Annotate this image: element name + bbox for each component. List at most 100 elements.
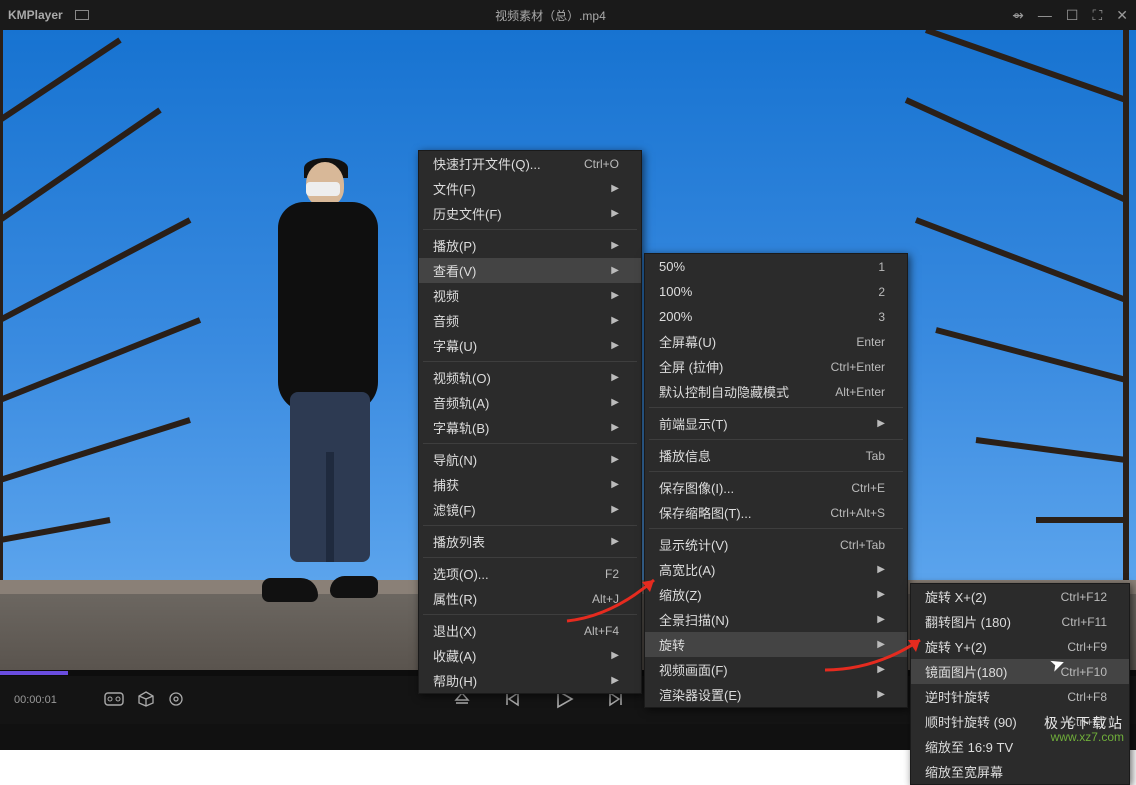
rotate-menu-item-4[interactable]: 逆时针旋转Ctrl+F8 — [911, 684, 1129, 709]
menu-separator — [649, 471, 903, 472]
main-menu-item-2[interactable]: 历史文件(F)▶ — [419, 201, 641, 226]
main-menu-item-8[interactable]: 字幕(U) ▶ — [419, 333, 641, 358]
menu-item-shortcut: Alt+Enter — [835, 385, 885, 399]
pin-icon[interactable]: ⇴ — [1012, 7, 1024, 24]
cube-icon[interactable] — [138, 691, 154, 710]
minimize-icon[interactable]: — — [1038, 7, 1052, 23]
menu-item-label: 顺时针旋转 (90) — [925, 712, 1039, 731]
context-menu-view[interactable]: 50%1100%2200%3全屏幕(U)Enter全屏 (拉伸)Ctrl+Ent… — [644, 253, 908, 708]
main-menu-item-6[interactable]: 视频▶ — [419, 283, 641, 308]
main-menu-item-11[interactable]: 音频轨(A)▶ — [419, 390, 641, 415]
rotate-menu-item-1[interactable]: 翻转图片 (180)Ctrl+F11 — [911, 609, 1129, 634]
close-icon[interactable]: ✕ — [1116, 7, 1128, 24]
main-menu-item-24[interactable]: 收藏(A)▶ — [419, 643, 641, 668]
window-title: 视频素材（总）.mp4 — [89, 7, 1012, 24]
menu-item-label: 播放列表 — [433, 532, 591, 551]
main-menu-item-7[interactable]: 音频▶ — [419, 308, 641, 333]
submenu-arrow-icon: ▶ — [611, 454, 619, 465]
view-menu-item-15[interactable]: 高宽比(A)▶ — [645, 557, 907, 582]
main-menu-item-0[interactable]: 快速打开文件(Q)...Ctrl+O — [419, 151, 641, 176]
menu-item-shortcut: Ctrl+E — [851, 481, 885, 495]
vr-icon[interactable] — [104, 692, 124, 709]
submenu-arrow-icon: ▶ — [611, 340, 619, 351]
main-menu-item-4[interactable]: 播放(P)▶ — [419, 233, 641, 258]
main-menu-item-16[interactable]: 滤镜(F) ▶ — [419, 497, 641, 522]
menu-item-shortcut: F2 — [605, 567, 619, 581]
menu-item-label: 视频画面(F) — [659, 660, 857, 679]
view-menu-item-17[interactable]: 全景扫描(N) ▶ — [645, 607, 907, 632]
menu-item-label: 缩放至宽屏幕 — [925, 762, 1107, 781]
maximize-icon[interactable]: ☐ — [1066, 7, 1079, 24]
menu-separator — [423, 614, 637, 615]
menu-item-label: 前端显示(T) — [659, 414, 857, 433]
menu-item-shortcut: Ctrl+F9 — [1067, 640, 1107, 654]
menu-item-shortcut: 1 — [878, 260, 885, 274]
main-menu-item-25[interactable]: 帮助(H) ▶ — [419, 668, 641, 693]
view-menu-item-12[interactable]: 保存缩略图(T)...Ctrl+Alt+S — [645, 500, 907, 525]
rotate-menu-item-0[interactable]: 旋转 X+(2)Ctrl+F12 — [911, 584, 1129, 609]
menu-item-label: 视频 — [433, 286, 591, 305]
submenu-arrow-icon: ▶ — [611, 315, 619, 326]
settings-icon[interactable] — [168, 691, 184, 710]
menu-item-label: 逆时针旋转 — [925, 687, 1039, 706]
menu-item-label: 字幕轨(B) — [433, 418, 591, 437]
submenu-arrow-icon: ▶ — [611, 504, 619, 515]
view-menu-item-16[interactable]: 缩放(Z)▶ — [645, 582, 907, 607]
context-menu-rotate[interactable]: 旋转 X+(2)Ctrl+F12翻转图片 (180)Ctrl+F11旋转 Y+(… — [910, 583, 1130, 785]
view-menu-item-11[interactable]: 保存图像(I)... Ctrl+E — [645, 475, 907, 500]
menu-item-label: 滤镜(F) — [433, 500, 591, 519]
submenu-arrow-icon: ▶ — [611, 650, 619, 661]
view-menu-item-20[interactable]: 渲染器设置(E)▶ — [645, 682, 907, 707]
rotate-menu-item-7[interactable]: 缩放至宽屏幕 — [911, 759, 1129, 784]
main-menu-item-20[interactable]: 选项(O)...F2 — [419, 561, 641, 586]
view-menu-item-5[interactable]: 默认控制自动隐藏模式Alt+Enter — [645, 379, 907, 404]
menu-item-label: 高宽比(A) — [659, 560, 857, 579]
menu-item-label: 翻转图片 (180) — [925, 612, 1034, 631]
fullscreen-icon[interactable]: ⛶ — [1092, 7, 1102, 24]
app-name: KMPlayer — [8, 8, 63, 22]
view-menu-item-9[interactable]: 播放信息Tab — [645, 443, 907, 468]
main-menu-item-14[interactable]: 导航(N)▶ — [419, 447, 641, 472]
menu-item-label: 全景扫描(N) — [659, 610, 857, 629]
rotate-menu-item-2[interactable]: 旋转 Y+(2)Ctrl+F9 — [911, 634, 1129, 659]
menu-item-label: 帮助(H) — [433, 671, 591, 690]
submenu-arrow-icon: ▶ — [877, 614, 885, 625]
view-menu-item-4[interactable]: 全屏 (拉伸)Ctrl+Enter — [645, 354, 907, 379]
window-controls: ⇴ — ☐ ⛶ ✕ — [1012, 7, 1128, 24]
submenu-arrow-icon: ▶ — [611, 479, 619, 490]
view-menu-item-19[interactable]: 视频画面(F)▶ — [645, 657, 907, 682]
view-menu-item-3[interactable]: 全屏幕(U)Enter — [645, 329, 907, 354]
menu-item-label: 缩放(Z) — [659, 585, 857, 604]
main-menu-item-23[interactable]: 退出(X)Alt+F4 — [419, 618, 641, 643]
menu-item-label: 100% — [659, 284, 850, 299]
view-menu-item-14[interactable]: 显示统计(V)Ctrl+Tab — [645, 532, 907, 557]
menu-item-label: 保存图像(I)... — [659, 478, 823, 497]
rotate-menu-item-3[interactable]: 镜面图片(180)Ctrl+F10 — [911, 659, 1129, 684]
submenu-arrow-icon: ▶ — [611, 675, 619, 686]
main-menu-item-21[interactable]: 属性(R)Alt+J — [419, 586, 641, 611]
menu-item-label: 字幕(U) — [433, 336, 591, 355]
menu-separator — [649, 407, 903, 408]
main-menu-item-10[interactable]: 视频轨(O)▶ — [419, 365, 641, 390]
view-menu-item-18[interactable]: 旋转▶ — [645, 632, 907, 657]
menu-item-label: 历史文件(F) — [433, 204, 591, 223]
view-menu-item-2[interactable]: 200%3 — [645, 304, 907, 329]
main-menu-item-1[interactable]: 文件(F)▶ — [419, 176, 641, 201]
main-menu-item-5[interactable]: 查看(V)▶ — [419, 258, 641, 283]
view-menu-item-7[interactable]: 前端显示(T)▶ — [645, 411, 907, 436]
main-menu-item-18[interactable]: 播放列表▶ — [419, 529, 641, 554]
menu-item-label: 文件(F) — [433, 179, 591, 198]
menu-separator — [423, 557, 637, 558]
main-menu-item-15[interactable]: 捕获▶ — [419, 472, 641, 497]
context-menu-main[interactable]: 快速打开文件(Q)...Ctrl+O文件(F)▶历史文件(F)▶播放(P)▶查看… — [418, 150, 642, 694]
view-menu-item-0[interactable]: 50%1 — [645, 254, 907, 279]
menu-item-shortcut: Enter — [856, 335, 885, 349]
window-state-icon[interactable] — [75, 10, 89, 20]
submenu-arrow-icon: ▶ — [877, 689, 885, 700]
submenu-arrow-icon: ▶ — [611, 422, 619, 433]
view-menu-item-1[interactable]: 100%2 — [645, 279, 907, 304]
main-menu-item-12[interactable]: 字幕轨(B) ▶ — [419, 415, 641, 440]
menu-item-label: 200% — [659, 309, 850, 324]
submenu-arrow-icon: ▶ — [611, 372, 619, 383]
menu-item-shortcut: Ctrl+F10 — [1061, 665, 1107, 679]
